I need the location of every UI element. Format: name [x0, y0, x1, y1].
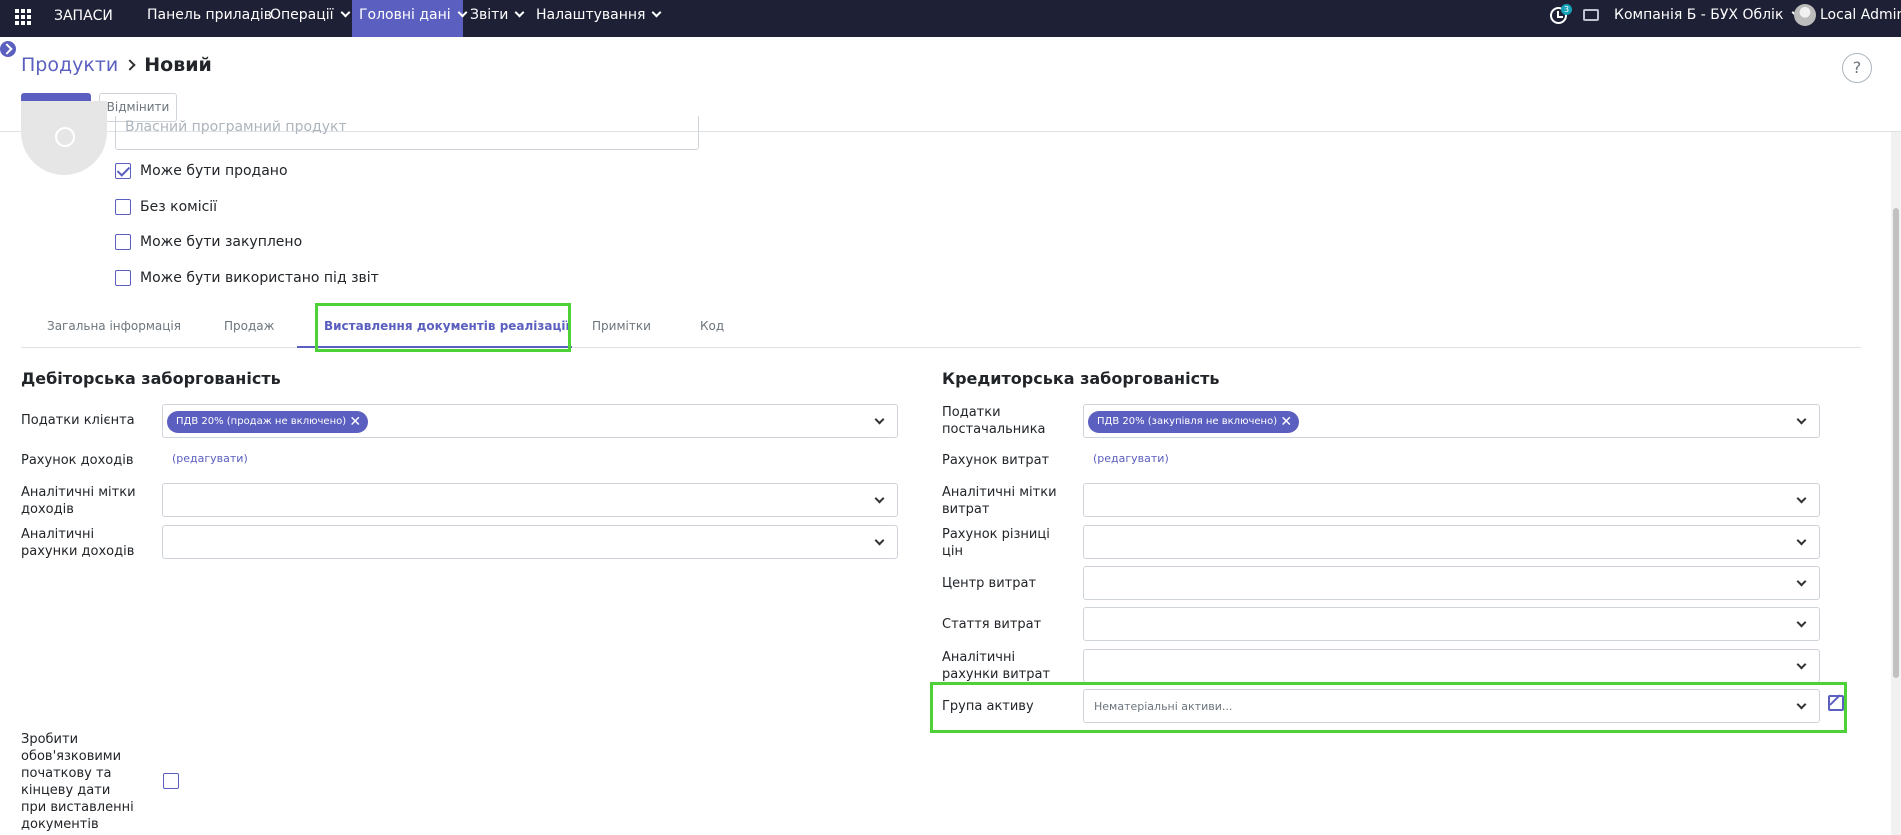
can-be-purchased-checkbox[interactable]: Може бути закуплено	[115, 232, 302, 252]
checkbox-icon[interactable]	[115, 163, 131, 179]
menu-settings[interactable]: Налаштування	[529, 0, 667, 37]
breadcrumb-current: Новий	[144, 54, 212, 76]
active-tab-underline	[297, 346, 572, 348]
company-switcher[interactable]: Компанія Б - БУХ Облік	[1614, 0, 1802, 37]
checkbox-icon[interactable]	[115, 199, 131, 215]
user-menu[interactable]: Local Admin	[1820, 0, 1901, 37]
enforce-dates-label: Зробити обов'язковими початкову та кінце…	[21, 732, 134, 832]
external-link-icon[interactable]	[1828, 695, 1844, 711]
vertical-scrollbar[interactable]	[1891, 132, 1901, 835]
price-diff-label: Рахунок різниці цін	[942, 527, 1050, 559]
menu-dashboard[interactable]: Панель приладів	[140, 0, 279, 37]
product-name-input[interactable]: Власний програмний продукт	[115, 116, 699, 150]
no-commission-checkbox[interactable]: Без комісії	[115, 197, 217, 217]
tab-general-info[interactable]: Загальна інформація	[47, 319, 181, 333]
chevron-down-icon	[652, 7, 662, 18]
income-account-label: Рахунок доходів	[21, 453, 134, 468]
checkbox-icon[interactable]	[115, 234, 131, 250]
chevron-down-icon[interactable]	[1796, 493, 1807, 504]
chevron-down-icon[interactable]	[1796, 699, 1807, 710]
enforce-dates-checkbox[interactable]	[163, 773, 179, 789]
chevron-down-icon[interactable]	[1796, 659, 1807, 670]
can-be-sold-checkbox[interactable]: Може бути продано	[115, 161, 288, 181]
expense-tags-field[interactable]	[1083, 483, 1820, 517]
vendor-taxes-label: Податки постачальника	[942, 405, 1046, 437]
chevron-right-icon	[124, 59, 136, 71]
apps-grid-icon[interactable]	[15, 9, 31, 25]
sidebar-toggle-icon[interactable]	[0, 41, 16, 57]
chevron-down-icon	[514, 7, 525, 18]
customer-tax-tag: ПДВ 20% (продаж не включено) ✕	[167, 411, 369, 433]
breadcrumb: Продукти Новий	[21, 54, 212, 76]
expense-account-edit-link[interactable]: (редагувати)	[1093, 452, 1169, 465]
chevron-down-icon[interactable]	[1796, 576, 1807, 587]
help-button[interactable]: ?	[1842, 53, 1872, 83]
vendor-taxes-field[interactable]: ПДВ 20% (закупівля не включено) ✕	[1083, 404, 1820, 438]
app-brand[interactable]: ЗАПАСИ	[54, 0, 113, 37]
vendor-tax-tag: ПДВ 20% (закупівля не включено) ✕	[1088, 411, 1300, 433]
receivable-title: Дебіторська заборгованість	[21, 369, 281, 388]
income-tags-field[interactable]	[162, 483, 898, 517]
tab-code[interactable]: Код	[700, 319, 724, 333]
expense-analytic-label: Аналітичні рахунки витрат	[942, 650, 1051, 682]
chevron-down-icon[interactable]	[1796, 535, 1807, 546]
chevron-down-icon[interactable]	[874, 493, 885, 504]
asset-group-placeholder: Нематеріальні активи...	[1094, 700, 1233, 713]
menu-operations[interactable]: Операції	[263, 0, 356, 37]
income-analytic-field[interactable]	[162, 525, 898, 559]
menu-reports[interactable]: Звіти	[463, 0, 530, 37]
chevron-down-icon[interactable]	[874, 414, 885, 425]
customer-taxes-field[interactable]: ПДВ 20% (продаж не включено) ✕	[162, 404, 898, 438]
close-icon[interactable]: ✕	[1280, 411, 1292, 433]
customer-taxes-label: Податки клієнта	[21, 413, 135, 428]
price-diff-field[interactable]	[1083, 525, 1820, 559]
expense-item-field[interactable]	[1083, 607, 1820, 641]
product-image-placeholder[interactable]	[21, 101, 107, 175]
asset-group-label: Група активу	[942, 699, 1034, 714]
user-avatar[interactable]	[1794, 4, 1816, 26]
chat-icon[interactable]	[1583, 9, 1599, 21]
top-navbar: ЗАПАСИ Панель приладів Операції Головні …	[0, 0, 1901, 37]
income-tags-label: Аналітичні мітки доходів	[21, 485, 136, 517]
activity-count-badge: 3	[1561, 4, 1572, 15]
tab-sales[interactable]: Продаж	[224, 319, 274, 333]
income-account-edit-link[interactable]: (редагувати)	[172, 452, 248, 465]
income-analytic-label: Аналітичні рахунки доходів	[21, 527, 135, 559]
chevron-down-icon[interactable]	[874, 535, 885, 546]
menu-master-data[interactable]: Головні дані	[352, 0, 468, 37]
chevron-down-icon[interactable]	[1796, 414, 1807, 425]
expense-analytic-field[interactable]	[1083, 649, 1820, 683]
can-be-expensed-checkbox[interactable]: Може бути використано під звіт	[115, 268, 379, 288]
asset-group-field[interactable]: Нематеріальні активи...	[1083, 689, 1820, 723]
tab-invoicing[interactable]: Виставлення документів реалізації	[324, 319, 570, 333]
expense-tags-label: Аналітичні мітки витрат	[942, 485, 1057, 517]
scrollbar-thumb[interactable]	[1893, 208, 1899, 678]
breadcrumb-products-link[interactable]: Продукти	[21, 54, 118, 76]
checkbox-icon[interactable]	[115, 270, 131, 286]
tab-notes[interactable]: Примітки	[592, 319, 651, 333]
chevron-down-icon[interactable]	[1796, 617, 1807, 628]
expense-item-label: Стаття витрат	[942, 617, 1042, 632]
cost-center-label: Центр витрат	[942, 576, 1037, 591]
expense-account-label: Рахунок витрат	[942, 453, 1050, 468]
payable-title: Кредиторська заборгованість	[942, 369, 1220, 388]
close-icon[interactable]: ✕	[349, 411, 361, 433]
cost-center-field[interactable]	[1083, 566, 1820, 600]
chevron-down-icon	[340, 7, 351, 18]
